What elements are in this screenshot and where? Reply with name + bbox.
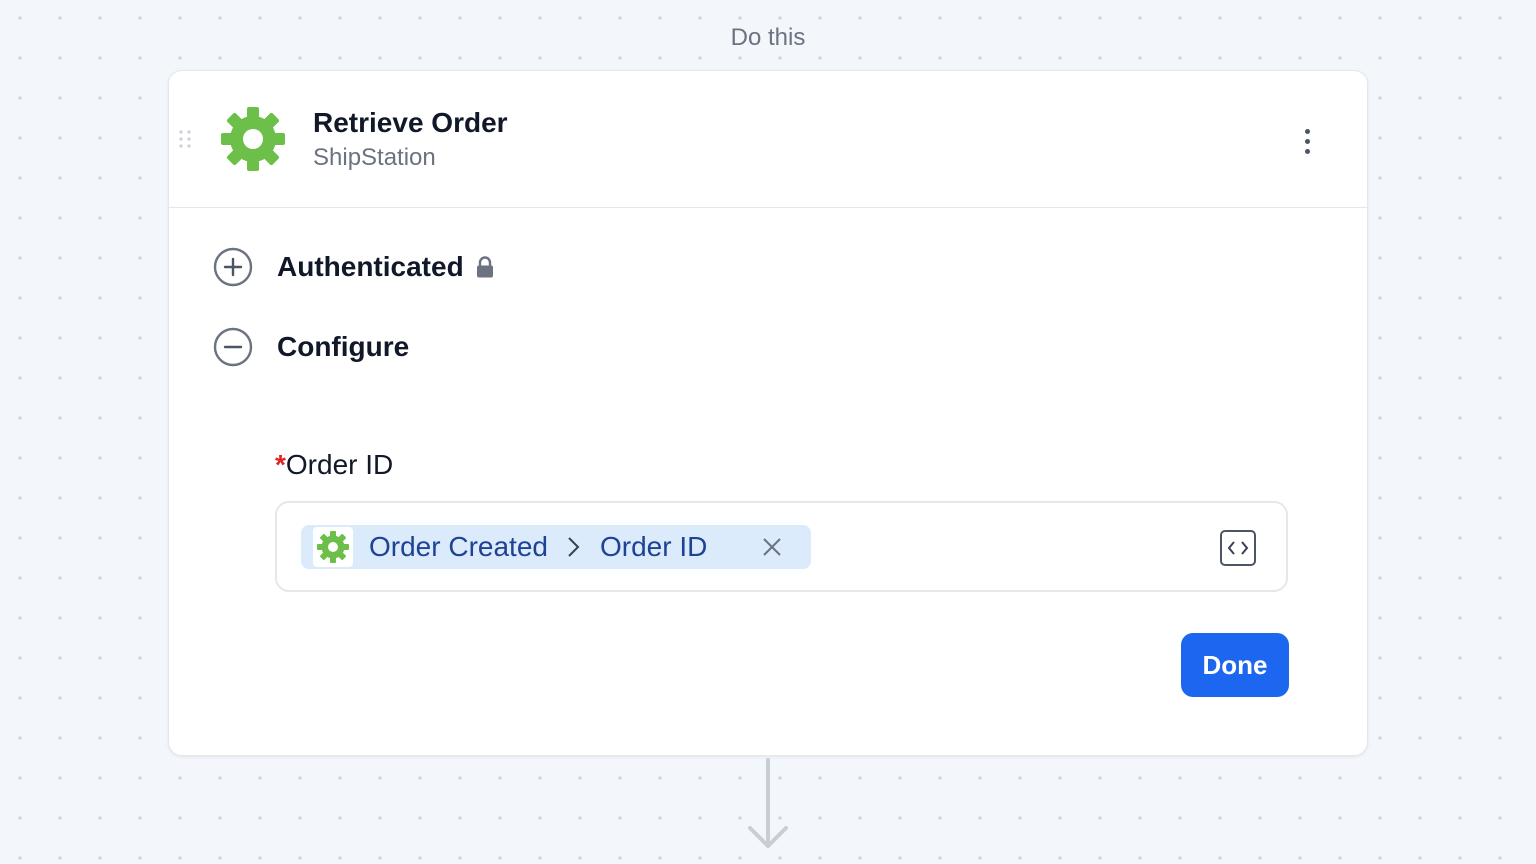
kebab-dot [1304,128,1310,134]
order-id-label: *Order ID [275,449,393,481]
section-label: Authenticated [277,251,464,282]
chip-app-badge [313,527,353,567]
section-label: Configure [277,331,410,362]
drag-handle-icon[interactable] [178,129,192,149]
step-caption: Do this [730,24,806,51]
gear-icon [317,531,349,563]
code-brackets-glyph [1227,541,1249,555]
kebab-dot [1304,148,1310,154]
step-title: Retrieve Order [313,107,508,138]
step-card: Retrieve Order ShipStation Authenticated… [168,70,1368,756]
required-marker: * [275,449,286,480]
section-configure[interactable]: Configure [213,327,409,367]
code-brackets-icon[interactable] [1220,530,1256,566]
section-authenticated[interactable]: Authenticated [213,247,494,287]
chevron-right-icon [568,537,580,557]
plus-circle-icon[interactable] [213,247,253,287]
chip-value-label: Order ID [599,531,708,562]
minus-circle-icon[interactable] [213,327,253,367]
step-app-name: ShipStation [313,144,436,171]
mapped-value-chip[interactable]: Order Created Order ID [301,525,811,569]
order-id-input[interactable]: Order Created Order ID [275,501,1288,592]
more-options-button[interactable] [1293,123,1321,159]
gear-icon [221,107,285,171]
field-label-text: Order ID [285,449,394,480]
lock-icon [476,256,493,278]
done-button[interactable]: Done [1181,633,1289,697]
chip-source-label: Order Created [369,531,548,562]
step-card-header: Retrieve Order ShipStation [169,71,1367,208]
close-icon[interactable] [761,536,783,558]
kebab-dot [1304,138,1310,144]
arrow-down-icon [748,758,788,848]
